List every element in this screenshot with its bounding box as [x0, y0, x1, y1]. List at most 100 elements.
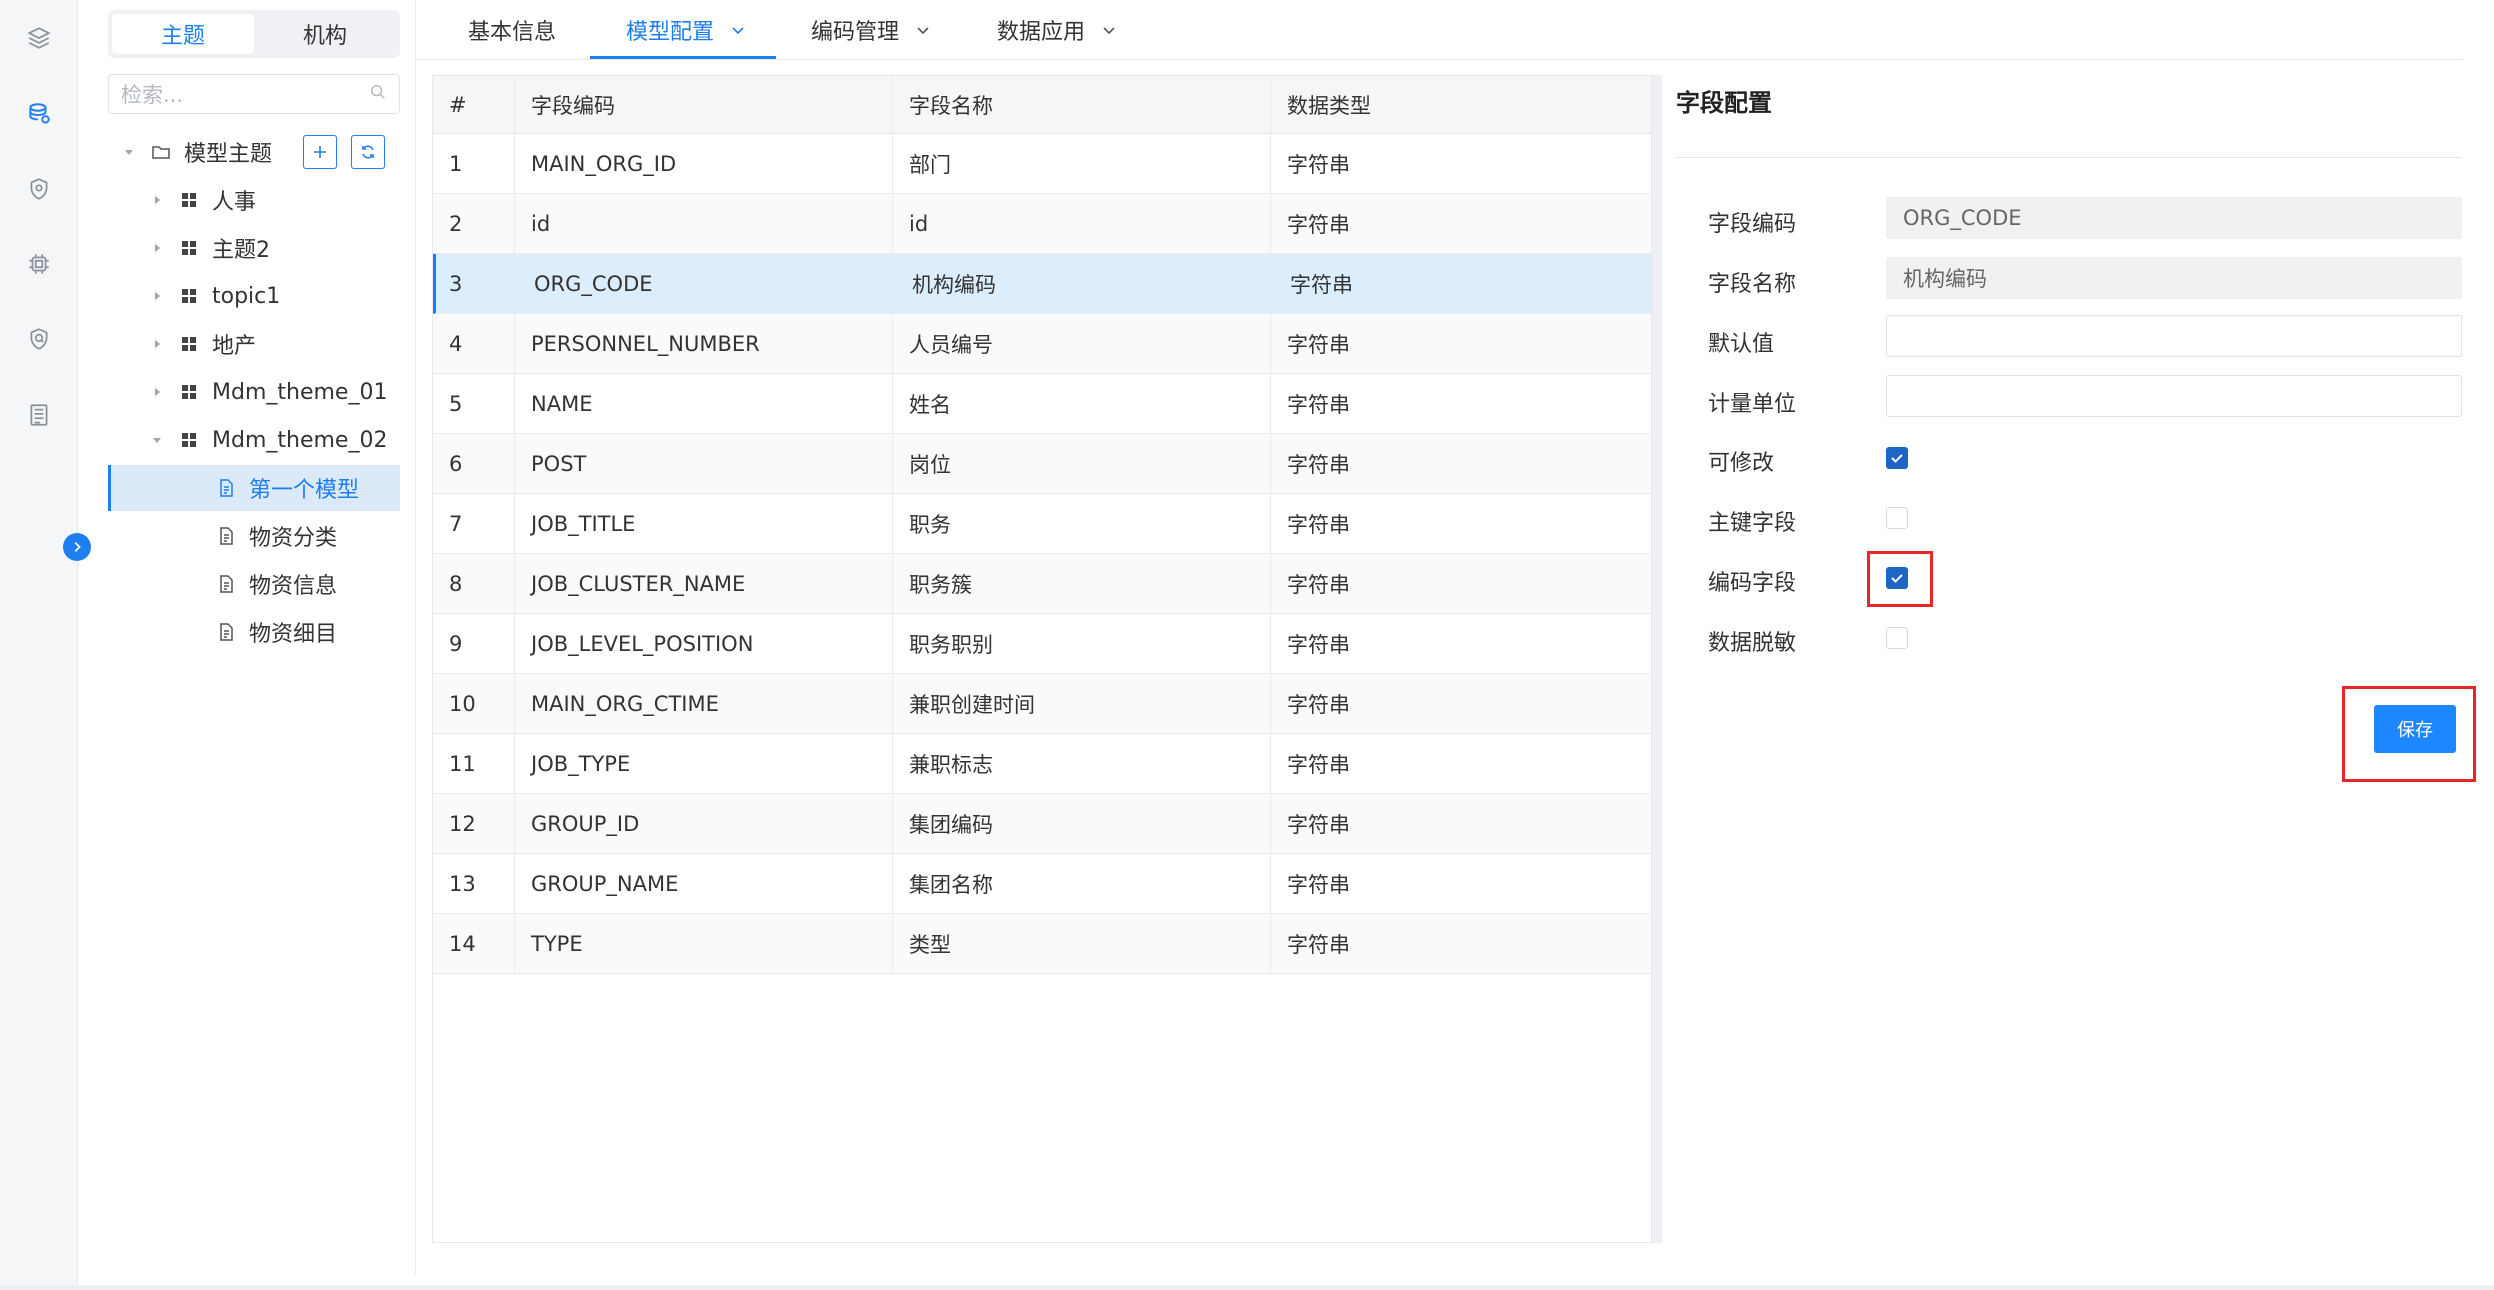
panel-splitter[interactable] — [1652, 75, 1662, 1243]
grid-icon — [178, 333, 200, 355]
table-row[interactable]: 2 id id 字符串 — [433, 194, 1651, 254]
tree-model-label: 物资分类 — [249, 526, 338, 551]
layers-icon[interactable] — [22, 21, 56, 55]
tree-node-theme2[interactable]: 主题2 — [108, 225, 400, 271]
cell-index: 14 — [433, 914, 515, 973]
tree-model-material-info[interactable]: 物资信息 — [108, 561, 400, 607]
editable-checkbox[interactable] — [1886, 447, 1908, 469]
default-value-input[interactable] — [1886, 315, 2462, 357]
cell-data-type: 字符串 — [1287, 632, 1350, 657]
primary-key-checkbox[interactable] — [1886, 507, 1908, 529]
tree-node-label: Mdm_theme_02 — [212, 427, 388, 453]
field-table: # 字段编码 字段名称 数据类型 1 MAIN_ORG_ID 部门 字符串 2 id id 字… — [432, 75, 1652, 1243]
refresh-button[interactable] — [351, 135, 385, 169]
add-node-button[interactable] — [303, 135, 337, 169]
table-row[interactable]: 5 NAME 姓名 字符串 — [433, 374, 1651, 434]
cell-data-type: 字符串 — [1287, 812, 1350, 837]
column-header-data-type[interactable]: 数据类型 — [1271, 76, 1651, 133]
cell-field-code: JOB_TITLE — [515, 494, 893, 553]
active-tab-indicator — [590, 56, 776, 59]
tab-model-config[interactable]: 模型配置 — [626, 0, 746, 60]
save-button[interactable]: 保存 — [2374, 705, 2456, 753]
search-icon[interactable] — [369, 82, 387, 107]
tab-label: 编码管理 — [811, 20, 900, 45]
tree-node-topic1[interactable]: topic1 — [108, 273, 400, 319]
caret-right-icon[interactable] — [150, 385, 164, 399]
table-row[interactable]: 13 GROUP_NAME 集团名称 字符串 — [433, 854, 1651, 914]
cell-index: 1 — [433, 134, 515, 193]
caret-down-icon[interactable] — [122, 145, 136, 159]
tree-model-material-category[interactable]: 物资分类 — [108, 513, 400, 559]
tab-data-application[interactable]: 数据应用 — [997, 0, 1117, 60]
table-row[interactable]: 10 MAIN_ORG_CTIME 兼职创建时间 字符串 — [433, 674, 1651, 734]
tree-node-renshi[interactable]: 人事 — [108, 177, 400, 223]
shield-check-icon[interactable] — [22, 322, 56, 356]
column-header-field-name[interactable]: 字段名称 — [893, 76, 1271, 133]
tree-model-material-detail[interactable]: 物资细目 — [108, 609, 400, 655]
caret-right-icon[interactable] — [150, 193, 164, 207]
document-icon — [215, 477, 237, 499]
tree-node-label: topic1 — [212, 283, 281, 309]
database-icon[interactable] — [22, 97, 56, 131]
tab-basic-info[interactable]: 基本信息 — [468, 0, 556, 60]
document-list-icon[interactable] — [22, 398, 56, 432]
table-row[interactable]: 12 GROUP_ID 集团编码 字符串 — [433, 794, 1651, 854]
tree-node-mdm-theme-02[interactable]: Mdm_theme_02 — [108, 417, 400, 463]
shield-pin-icon[interactable] — [22, 172, 56, 206]
unit-input[interactable] — [1886, 375, 2462, 417]
caret-down-icon[interactable] — [150, 433, 164, 447]
config-title: 字段配置 — [1676, 89, 1772, 117]
masking-checkbox[interactable] — [1886, 627, 1908, 649]
field-name-label: 字段名称 — [1708, 272, 1797, 297]
editable-label: 可修改 — [1708, 451, 1775, 476]
cell-index: 8 — [433, 554, 515, 613]
table-row[interactable]: 14 TYPE 类型 字符串 — [433, 914, 1651, 974]
tree-model-label: 物资信息 — [249, 574, 338, 599]
cell-field-name: 兼职创建时间 — [893, 674, 1271, 733]
tree-node-mdm-theme-01[interactable]: Mdm_theme_01 — [108, 369, 400, 415]
table-row[interactable]: 9 JOB_LEVEL_POSITION 职务职别 字符串 — [433, 614, 1651, 674]
tree-node-label: 人事 — [212, 190, 257, 215]
table-row[interactable]: 8 JOB_CLUSTER_NAME 职务簇 字符串 — [433, 554, 1651, 614]
cell-data-type: 字符串 — [1287, 452, 1350, 477]
tree-node-dichan[interactable]: 地产 — [108, 321, 400, 367]
field-code-input[interactable]: ORG_CODE — [1886, 197, 2462, 239]
cell-data-type: 字符串 — [1287, 512, 1350, 537]
app-root: 主题 机构 检索... 模型主题 人事 主题2 topic1 地产 Mdm_th… — [0, 0, 2494, 1290]
chip-icon[interactable] — [22, 247, 56, 281]
table-row[interactable]: 3 ORG_CODE 机构编码 字符串 — [433, 254, 1651, 314]
tree-model-first[interactable]: 第一个模型 — [108, 465, 400, 511]
config-divider — [1676, 157, 2462, 158]
cell-field-code: JOB_TYPE — [515, 734, 893, 793]
caret-right-icon[interactable] — [150, 241, 164, 255]
table-row[interactable]: 7 JOB_TITLE 职务 字符串 — [433, 494, 1651, 554]
table-row[interactable]: 6 POST 岗位 字符串 — [433, 434, 1651, 494]
caret-right-icon[interactable] — [150, 289, 164, 303]
table-row[interactable]: 11 JOB_TYPE 兼职标志 字符串 — [433, 734, 1651, 794]
tab-code-management[interactable]: 编码管理 — [811, 0, 931, 60]
cell-index: 13 — [433, 854, 515, 913]
cell-data-type: 字符串 — [1287, 152, 1350, 177]
segment-org[interactable]: 机构 — [254, 14, 396, 54]
segment-theme[interactable]: 主题 — [112, 14, 254, 54]
cell-field-name: 职务 — [893, 494, 1271, 553]
cell-field-name: 集团名称 — [893, 854, 1271, 913]
tree-node-label: Mdm_theme_01 — [212, 379, 388, 405]
column-header-field-code[interactable]: 字段编码 — [515, 76, 893, 133]
code-field-highlight — [1867, 551, 1933, 607]
code-field-label: 编码字段 — [1708, 571, 1797, 596]
field-name-input[interactable]: 机构编码 — [1886, 257, 2462, 299]
table-row[interactable]: 1 MAIN_ORG_ID 部门 字符串 — [433, 134, 1651, 194]
cell-field-name: 姓名 — [893, 374, 1271, 433]
column-header-index[interactable]: # — [433, 76, 515, 133]
tab-bar: 基本信息 模型配置 编码管理 数据应用 — [416, 0, 2463, 60]
caret-right-icon[interactable] — [150, 337, 164, 351]
cell-index: 10 — [433, 674, 515, 733]
window-bottom-border — [0, 1285, 2494, 1290]
tree-search-input[interactable]: 检索... — [108, 74, 400, 114]
cell-index: 6 — [433, 434, 515, 493]
expand-sidebar-button[interactable] — [63, 533, 91, 561]
cell-field-code: TYPE — [515, 914, 893, 973]
tree-node-label: 主题2 — [212, 238, 270, 263]
table-row[interactable]: 4 PERSONNEL_NUMBER 人员编号 字符串 — [433, 314, 1651, 374]
